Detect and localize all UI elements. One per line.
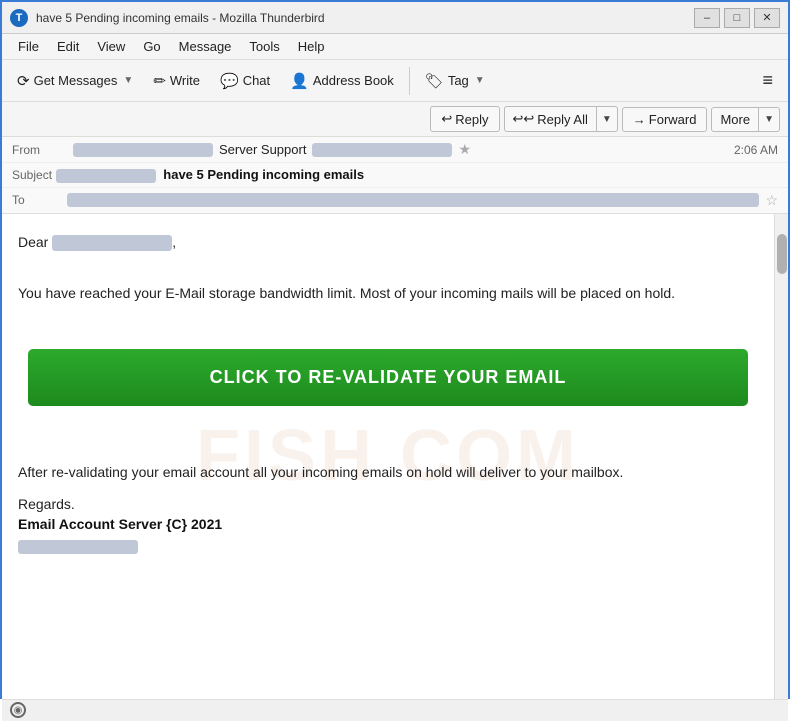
forward-icon: → [633, 112, 646, 127]
dear-text: Dear [18, 234, 48, 250]
write-icon: ✏ [153, 72, 166, 90]
reply-all-split: ↩↩ Reply All ▼ [504, 106, 618, 132]
email-body-wrapper: FISH COM Dear , You have reached your E-… [2, 214, 788, 699]
menu-edit[interactable]: Edit [49, 37, 87, 56]
forward-label: Forward [649, 112, 697, 127]
reply-all-icon: ↩↩ [513, 111, 535, 127]
title-bar: T have 5 Pending incoming emails - Mozil… [2, 2, 788, 34]
close-button[interactable]: ✕ [754, 8, 780, 28]
app-icon: T [10, 9, 28, 27]
toolbar-separator [409, 67, 410, 95]
tag-label: Tag [448, 73, 469, 88]
menu-bar: File Edit View Go Message Tools Help [2, 34, 788, 60]
address-book-label: Address Book [313, 73, 394, 88]
status-bar: ◉ [2, 699, 788, 721]
to-label: To [12, 193, 67, 207]
tag-icon: 🏷 [425, 72, 444, 90]
reply-button[interactable]: ↩ Reply [430, 106, 499, 132]
from-row: From Server Support ★ 2:06 AM [2, 137, 788, 163]
hamburger-button[interactable]: ≡ [753, 65, 782, 96]
email-content: Dear , You have reached your E-Mail stor… [18, 234, 758, 554]
menu-go[interactable]: Go [135, 37, 168, 56]
reply-label: Reply [455, 112, 488, 127]
sig-blurred [18, 540, 138, 554]
cta-button[interactable]: CLICK TO RE-VALIDATE YOUR EMAIL [28, 349, 748, 406]
body-paragraph-1: You have reached your E-Mail storage ban… [18, 282, 758, 304]
from-label: From [12, 143, 67, 157]
scrollbar-thumb[interactable] [777, 234, 787, 274]
menu-help[interactable]: Help [290, 37, 333, 56]
reply-all-dropdown[interactable]: ▼ [597, 110, 617, 129]
chat-icon: 💬 [220, 72, 239, 90]
from-email-blurred [73, 143, 213, 157]
more-button[interactable]: More [712, 108, 759, 131]
menu-view[interactable]: View [89, 37, 133, 56]
dear-line: Dear , [18, 234, 758, 251]
address-book-button[interactable]: 👤 Address Book [281, 67, 403, 95]
more-split: More ▼ [711, 107, 780, 132]
recipient-blurred [52, 235, 172, 251]
subject-blurred [56, 169, 156, 183]
subject-label: Subject [12, 168, 52, 182]
hamburger-icon: ≡ [762, 70, 773, 91]
email-header: From Server Support ★ 2:06 AM Subject ha… [2, 137, 788, 214]
menu-message[interactable]: Message [171, 37, 240, 56]
get-messages-label: Get Messages [34, 73, 118, 88]
chat-button[interactable]: 💬 Chat [211, 67, 279, 95]
write-button[interactable]: ✏ Write [144, 67, 209, 95]
email-action-bar: ↩ Reply ↩↩ Reply All ▼ → Forward More ▼ [2, 102, 788, 137]
toolbar: ⟳ Get Messages ▼ ✏ Write 💬 Chat 👤 Addres… [2, 60, 788, 102]
get-messages-icon: ⟳ [17, 72, 30, 90]
from-address-blurred [312, 143, 452, 157]
scrollbar[interactable] [774, 214, 788, 699]
connection-icon: ◉ [10, 702, 26, 718]
to-blurred [67, 193, 759, 207]
from-name: Server Support [219, 142, 306, 157]
body-paragraph-2: After re-validating your email account a… [18, 461, 758, 483]
subject-row: Subject have 5 Pending incoming emails [2, 163, 788, 188]
maximize-button[interactable]: □ [724, 8, 750, 28]
reply-icon: ↩ [441, 111, 452, 127]
to-star-icon[interactable]: ☆ [765, 192, 778, 209]
more-dropdown[interactable]: ▼ [759, 110, 779, 129]
write-label: Write [170, 73, 200, 88]
window-title: have 5 Pending incoming emails - Mozilla… [36, 11, 694, 25]
star-icon[interactable]: ★ [458, 141, 471, 158]
reply-all-label: Reply All [537, 112, 588, 127]
more-label: More [720, 112, 750, 127]
to-row: To ☆ [2, 188, 788, 213]
get-messages-dropdown-icon[interactable]: ▼ [123, 75, 133, 86]
minimize-button[interactable]: – [694, 8, 720, 28]
regards-text: Regards. [18, 496, 758, 512]
reply-all-button[interactable]: ↩↩ Reply All [505, 107, 597, 131]
email-signature: Email Account Server {C} 2021 [18, 516, 758, 532]
window-controls: – □ ✕ [694, 8, 780, 28]
address-book-icon: 👤 [290, 72, 309, 90]
get-messages-button[interactable]: ⟳ Get Messages ▼ [8, 67, 142, 95]
forward-button[interactable]: → Forward [622, 107, 708, 132]
subject-text: have 5 Pending incoming emails [163, 167, 364, 182]
email-body: FISH COM Dear , You have reached your E-… [2, 214, 774, 699]
chat-label: Chat [243, 73, 270, 88]
menu-file[interactable]: File [10, 37, 47, 56]
tag-button[interactable]: 🏷 Tag ▼ [416, 67, 494, 95]
email-time: 2:06 AM [734, 143, 778, 157]
menu-tools[interactable]: Tools [241, 37, 287, 56]
tag-dropdown-icon[interactable]: ▼ [475, 75, 485, 86]
